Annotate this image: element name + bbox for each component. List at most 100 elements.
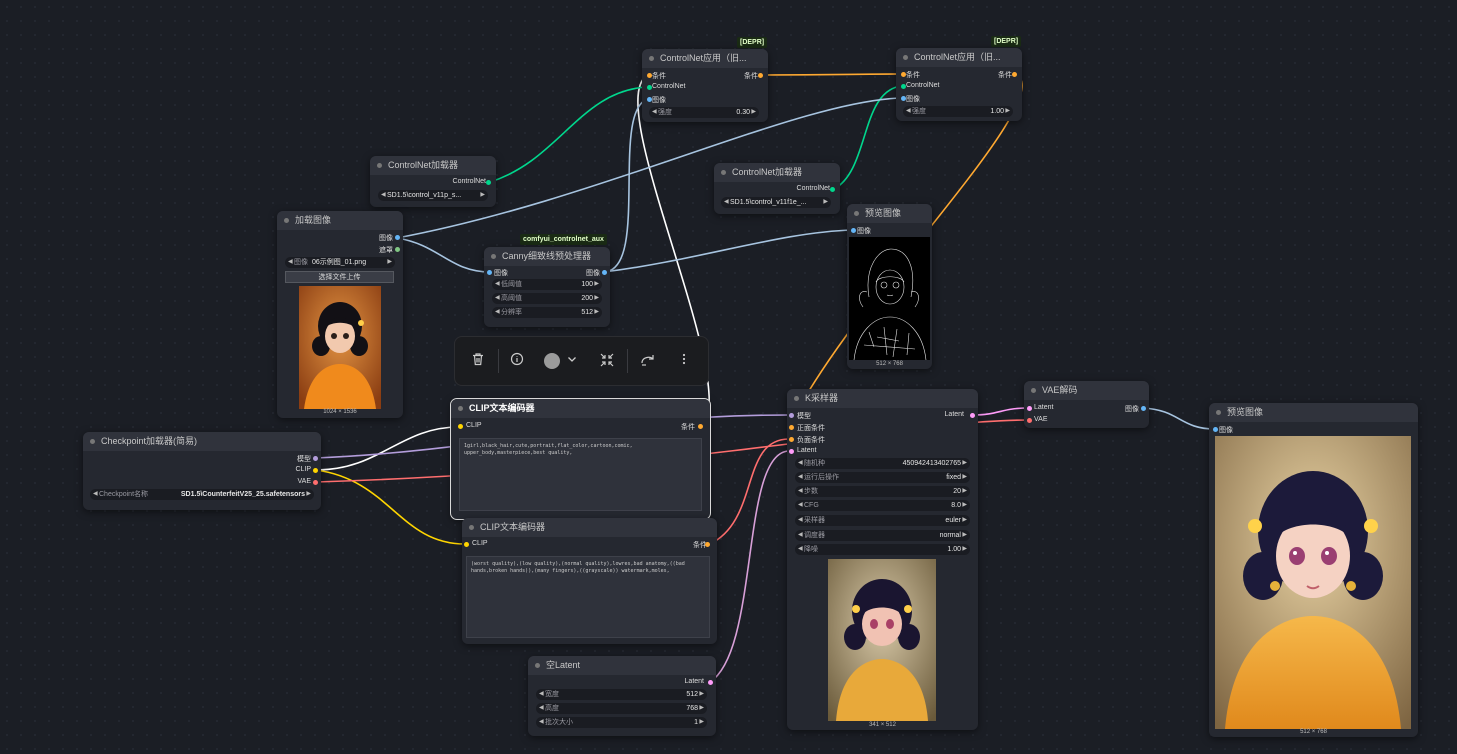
decrement-icon[interactable]: ◀ (798, 486, 803, 497)
upload-button[interactable]: 选择文件上传 (285, 271, 394, 283)
prev-icon[interactable]: ◀ (288, 257, 293, 268)
input-slot-negative[interactable] (789, 437, 794, 442)
next-icon[interactable]: ▶ (480, 190, 485, 201)
clip-text-encode-negative-node[interactable]: CLIP文本编码器 CLIP 条件 (worst quality),(low q… (462, 518, 717, 644)
next-icon[interactable]: ▶ (387, 257, 392, 268)
checkpoint-loader-node[interactable]: Checkpoint加载器(简易) 模型 CLIP VAE ◀ Checkpoi… (83, 432, 321, 510)
cfg-widget[interactable]: ◀ CFG 8.0 ▶ (795, 500, 970, 511)
input-slot-latent[interactable] (1027, 406, 1032, 411)
input-slot-clip[interactable] (464, 542, 469, 547)
increment-icon[interactable]: ▶ (1005, 106, 1010, 117)
preview-image-node-1[interactable]: 预览图像 图像 512 × 768 (847, 204, 932, 369)
input-slot-image[interactable] (851, 228, 856, 233)
increment-icon[interactable]: ▶ (594, 279, 599, 290)
output-slot-latent[interactable] (970, 413, 975, 418)
empty-latent-node[interactable]: 空Latent Latent ◀ 宽度 512 ▶ ◀ 高度 768 ▶ ◀ 批… (528, 656, 716, 736)
prev-icon[interactable]: ◀ (381, 190, 386, 201)
low-threshold-widget[interactable]: ◀ 低阈值 100 ▶ (492, 279, 602, 290)
more-icon[interactable] (675, 352, 693, 370)
strength-widget[interactable]: ◀ 强度 0.30 ▶ (649, 107, 759, 118)
preview-image-node-2[interactable]: 预览图像 图像 512 × 768 (1209, 403, 1418, 737)
width-widget[interactable]: ◀ 宽度 512 ▶ (536, 689, 707, 700)
prev-icon[interactable]: ◀ (724, 197, 729, 208)
decrement-icon[interactable]: ◀ (495, 293, 500, 304)
next-icon[interactable]: ▶ (962, 515, 967, 526)
denoise-widget[interactable]: ◀ 降噪 1.00 ▶ (795, 544, 970, 555)
decrement-icon[interactable]: ◀ (652, 107, 657, 118)
vae-decode-node[interactable]: VAE解码 Latent 图像 VAE (1024, 381, 1149, 428)
prev-icon[interactable]: ◀ (798, 515, 803, 526)
controlnet-loader-node-1[interactable]: ControlNet加载器 ControlNet ◀ SD1.5\control… (370, 156, 496, 207)
controlnet-apply-node-1[interactable]: ControlNet应用（旧... 条件 条件 ControlNet 图像 ◀ … (642, 49, 768, 122)
clip-text-encode-positive-node[interactable]: CLIP文本编码器 CLIP 条件 1girl,black_hair,cute,… (450, 398, 711, 520)
steps-widget[interactable]: ◀ 步数 20 ▶ (795, 486, 970, 497)
control-after-generate-widget[interactable]: ◀ 运行后操作 fixed ▶ (795, 472, 970, 483)
output-slot-image[interactable] (602, 270, 607, 275)
next-icon[interactable]: ▶ (962, 472, 967, 483)
input-slot-model[interactable] (789, 413, 794, 418)
increment-icon[interactable]: ▶ (751, 107, 756, 118)
output-slot-controlnet[interactable] (830, 187, 835, 192)
strength-widget[interactable]: ◀ 强度 1.00 ▶ (903, 106, 1013, 117)
increment-icon[interactable]: ▶ (962, 544, 967, 555)
trash-icon[interactable] (469, 352, 487, 370)
next-icon[interactable]: ▶ (962, 530, 967, 541)
chevron-down-icon[interactable] (563, 352, 581, 370)
decrement-icon[interactable]: ◀ (906, 106, 911, 117)
decrement-icon[interactable]: ◀ (798, 500, 803, 511)
output-slot-clip[interactable] (313, 468, 318, 473)
prev-icon[interactable]: ◀ (798, 530, 803, 541)
prompt-textarea[interactable]: (worst quality),(low quality),(normal qu… (466, 556, 710, 638)
decrement-icon[interactable]: ◀ (495, 279, 500, 290)
resolution-widget[interactable]: ◀ 分辨率 512 ▶ (492, 307, 602, 318)
bypass-icon[interactable] (639, 352, 657, 370)
increment-icon[interactable]: ▶ (594, 293, 599, 304)
output-slot-latent[interactable] (708, 680, 713, 685)
output-slot-model[interactable] (313, 456, 318, 461)
input-slot-clip[interactable] (458, 424, 463, 429)
decrement-icon[interactable]: ◀ (495, 307, 500, 318)
ksampler-node[interactable]: K采样器 模型 Latent 正面条件 负面条件 Latent ◀ 随机种 45… (787, 389, 978, 730)
output-slot-controlnet[interactable] (486, 180, 491, 185)
batch-size-widget[interactable]: ◀ 批次大小 1 ▶ (536, 717, 707, 728)
decrement-icon[interactable]: ◀ (539, 717, 544, 728)
input-slot-positive[interactable] (789, 425, 794, 430)
decrement-icon[interactable]: ◀ (539, 689, 544, 700)
increment-icon[interactable]: ▶ (962, 458, 967, 469)
output-slot-image[interactable] (395, 235, 400, 240)
output-slot-conditioning[interactable] (705, 542, 710, 547)
output-slot-conditioning[interactable] (698, 424, 703, 429)
collapse-icon[interactable] (598, 352, 616, 370)
increment-icon[interactable]: ▶ (699, 717, 704, 728)
input-slot-image[interactable] (1213, 427, 1218, 432)
checkpoint-select[interactable]: ◀ Checkpoint名称 SD1.5\CounterfeitV25_25.s… (90, 489, 314, 500)
decrement-icon[interactable]: ◀ (539, 703, 544, 714)
increment-icon[interactable]: ▶ (699, 689, 704, 700)
info-icon[interactable] (508, 352, 526, 370)
output-slot-conditioning[interactable] (758, 73, 763, 78)
controlnet-loader-node-2[interactable]: ControlNet加载器 ControlNet ◀ SD1.5\control… (714, 163, 840, 214)
output-slot-vae[interactable] (313, 480, 318, 485)
high-threshold-widget[interactable]: ◀ 高阈值 200 ▶ (492, 293, 602, 304)
model-select[interactable]: ◀ SD1.5\control_v11p_s... ▶ (378, 190, 488, 201)
decrement-icon[interactable]: ◀ (798, 544, 803, 555)
model-select[interactable]: ◀ SD1.5\control_v11f1e_... ▶ (721, 197, 831, 208)
prev-icon[interactable]: ◀ (93, 489, 98, 500)
height-widget[interactable]: ◀ 高度 768 ▶ (536, 703, 707, 714)
canny-preprocessor-node[interactable]: Canny细致线预处理器 图像 图像 ◀ 低阈值 100 ▶ ◀ 高阈值 200… (484, 247, 610, 327)
increment-icon[interactable]: ▶ (699, 703, 704, 714)
load-image-node[interactable]: 加载图像 图像 遮罩 ◀ 图像 06示例图_01.png ▶ 选择文件上传 10… (277, 211, 403, 418)
decrement-icon[interactable]: ◀ (798, 458, 803, 469)
prompt-textarea[interactable]: 1girl,black_hair,cute,portrait,flat_colo… (459, 438, 702, 511)
input-slot-vae[interactable] (1027, 418, 1032, 423)
seed-widget[interactable]: ◀ 随机种 450942413402765 ▶ (795, 458, 970, 469)
input-slot-latent[interactable] (789, 449, 794, 454)
color-icon[interactable] (543, 352, 561, 370)
increment-icon[interactable]: ▶ (962, 500, 967, 511)
sampler-widget[interactable]: ◀ 采样器 euler ▶ (795, 515, 970, 526)
controlnet-apply-node-2[interactable]: ControlNet应用（旧... 条件 条件 ControlNet 图像 ◀ … (896, 48, 1022, 121)
input-slot-image[interactable] (487, 270, 492, 275)
increment-icon[interactable]: ▶ (962, 486, 967, 497)
next-icon[interactable]: ▶ (306, 489, 311, 500)
scheduler-widget[interactable]: ◀ 调度器 normal ▶ (795, 530, 970, 541)
